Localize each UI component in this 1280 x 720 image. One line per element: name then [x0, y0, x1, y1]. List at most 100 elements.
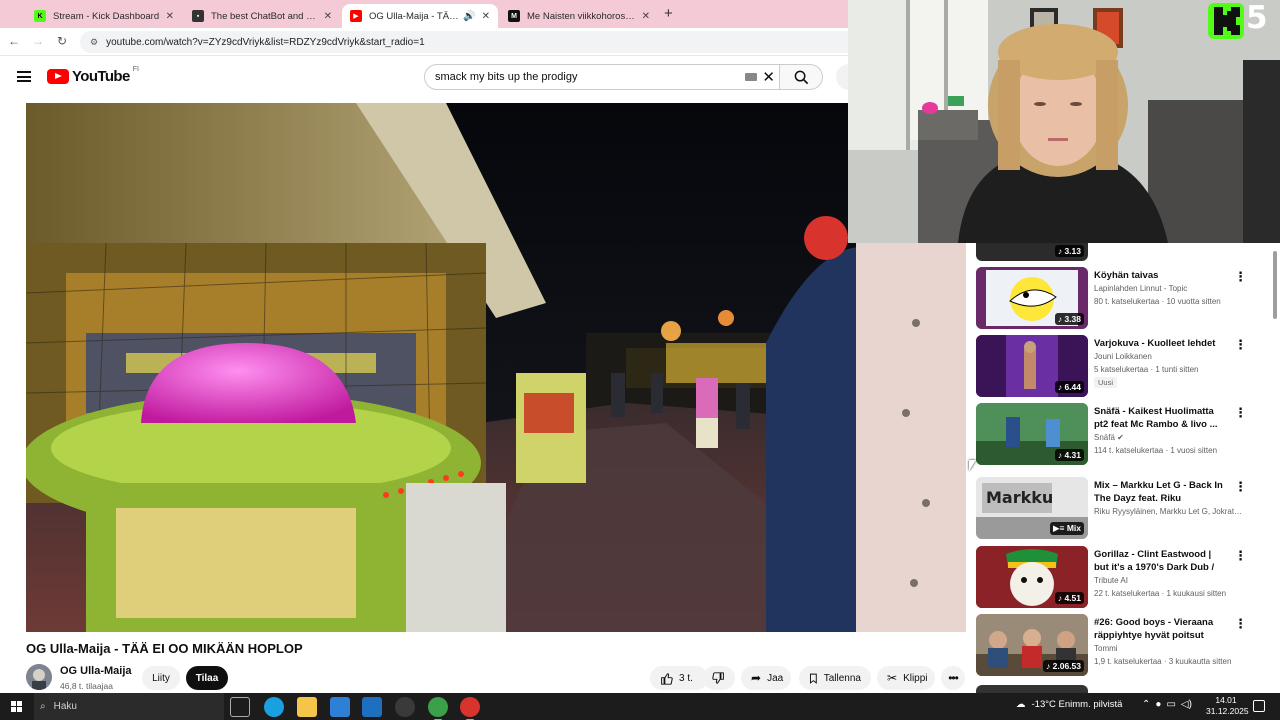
- kick-k-icon: [1214, 7, 1240, 35]
- save-button[interactable]: Tallenna: [799, 666, 871, 690]
- video-player[interactable]: [26, 103, 966, 632]
- list-item[interactable]: ♪ 4.31 Snäfä - Kaikest Huolimatta pt2 fe…: [976, 403, 1256, 467]
- search-button[interactable]: [780, 64, 823, 90]
- share-button[interactable]: ➦ Jaa: [741, 666, 791, 690]
- time: 14.01: [1215, 695, 1237, 705]
- list-item[interactable]: ♪ 3.38 Köyhän taivas Lapinlahden Linnut …: [976, 267, 1256, 331]
- more-vert-icon[interactable]: ⋮: [1234, 479, 1247, 495]
- new-tab-button[interactable]: +: [664, 5, 673, 22]
- list-item[interactable]: ♪ 4.51 Gorillaz - Clint Eastwood | but i…: [976, 546, 1256, 610]
- obs-icon[interactable]: [395, 697, 415, 717]
- back-arrow-icon[interactable]: ←: [6, 34, 22, 48]
- video-thumbnail[interactable]: [976, 685, 1088, 693]
- video-thumbnail[interactable]: ♪ 4.31: [976, 403, 1088, 465]
- tab-youtube-active[interactable]: ▶ OG Ulla-Maija - TÄÄ EI OO 🔊 ✕: [342, 4, 498, 28]
- close-icon[interactable]: ✕: [642, 11, 650, 22]
- speaker-icon[interactable]: 🔊: [463, 11, 475, 22]
- youtube-logo[interactable]: YouTube FI: [47, 66, 139, 85]
- like-button[interactable]: 3 t.: [650, 666, 708, 690]
- notification-icon[interactable]: [1253, 700, 1265, 712]
- edge-icon[interactable]: [264, 697, 284, 717]
- search-input[interactable]: smack my bits up the prodigy ✕: [424, 64, 780, 90]
- channel-name[interactable]: Riku Ryysyläinen, Markku Let G, Jokrates…: [1094, 507, 1244, 516]
- chevron-up-icon[interactable]: ⌃: [1142, 699, 1150, 710]
- youtube-icon: ▶: [350, 10, 362, 22]
- bookmark-icon: [809, 673, 817, 684]
- site-info-icon[interactable]: ⚙: [90, 37, 98, 48]
- video-thumbnail[interactable]: ♪ 4.51: [976, 546, 1088, 608]
- more-vert-icon[interactable]: ⋮: [1234, 337, 1247, 353]
- list-item[interactable]: ♪ 6.44 Varjokuva - Kuolleet lehdet Jouni…: [976, 335, 1256, 399]
- menu-icon[interactable]: [17, 71, 31, 82]
- channel-name[interactable]: Jouni Loikkanen: [1094, 352, 1244, 361]
- video-thumbnail[interactable]: ♪ 2.06.53: [976, 614, 1088, 676]
- outlook-icon[interactable]: [362, 697, 382, 717]
- store-icon[interactable]: [330, 697, 350, 717]
- tab-title: Me Naisten viikkohoroskooppi: [527, 10, 636, 22]
- scrollbar[interactable]: [1272, 243, 1278, 693]
- video-title[interactable]: Varjokuva - Kuolleet lehdet: [1094, 337, 1226, 350]
- keyboard-icon[interactable]: [745, 73, 757, 81]
- taskbar-search[interactable]: ⌕ Haku: [34, 693, 224, 720]
- close-icon[interactable]: ✕: [482, 11, 490, 22]
- more-vert-icon[interactable]: ⋮: [1234, 269, 1247, 285]
- volume-icon[interactable]: ◁): [1181, 699, 1192, 710]
- task-view-icon[interactable]: [230, 697, 250, 717]
- join-button[interactable]: Liity: [142, 666, 180, 690]
- video-title: OG Ulla-Maija - TÄÄ EI OO MIKÄÄN HOPLOP: [26, 641, 303, 656]
- file-explorer-icon[interactable]: [297, 697, 317, 717]
- video-thumbnail[interactable]: ♪ 3.13: [976, 243, 1088, 261]
- address-bar[interactable]: ⚙ youtube.com/watch?v=ZYz9cdVriyk&list=R…: [80, 31, 860, 53]
- more-vert-icon[interactable]: ⋮: [1234, 548, 1247, 564]
- duration-badge: ▶≡ Mix: [1049, 522, 1084, 535]
- tab-botrix[interactable]: ▪ The best ChatBot and Widgets ✕: [184, 4, 340, 28]
- windows-start-icon[interactable]: [11, 701, 22, 712]
- microphone-icon[interactable]: ●: [1155, 699, 1161, 710]
- video-title[interactable]: Köyhän taivas: [1094, 269, 1226, 282]
- more-vert-icon[interactable]: ⋮: [1234, 616, 1247, 632]
- video-thumbnail[interactable]: ♪ 3.38: [976, 267, 1088, 329]
- close-icon[interactable]: ✕: [324, 11, 332, 22]
- subscribe-button[interactable]: Tilaa: [186, 666, 228, 690]
- new-badge: Uusi: [1094, 377, 1118, 388]
- clip-button[interactable]: ✂ Klippi: [877, 666, 935, 690]
- scrollbar-thumb[interactable]: [1273, 251, 1277, 319]
- verified-icon: ✔: [1117, 433, 1124, 442]
- video-title[interactable]: Snäfä - Kaikest Huolimatta pt2 feat Mc R…: [1094, 405, 1226, 431]
- list-item[interactable]: ♪ 3.13: [976, 243, 1256, 261]
- scissors-icon: ✂: [887, 671, 898, 685]
- more-vert-icon[interactable]: ⋮: [1234, 405, 1247, 421]
- share-label: Jaa: [767, 672, 784, 684]
- reload-icon[interactable]: ↻: [54, 34, 70, 48]
- close-icon[interactable]: ✕: [166, 11, 174, 22]
- channel-name[interactable]: Tommi: [1094, 644, 1244, 653]
- channel-avatar[interactable]: [26, 664, 52, 690]
- list-item[interactable]: [976, 685, 1256, 693]
- video-title[interactable]: Mix – Markku Let G - Back In The Dayz fe…: [1094, 479, 1226, 505]
- system-tray[interactable]: ⌃ ● ▭ ◁): [1142, 699, 1192, 710]
- weather-widget[interactable]: ☁ -13°C Enimm. pilvistä: [1016, 699, 1122, 710]
- tab-me-naiset[interactable]: M Me Naisten viikkohoroskooppi ✕: [500, 4, 658, 28]
- clear-search-icon[interactable]: ✕: [762, 68, 775, 86]
- list-item[interactable]: ♪ 2.06.53 #26: Good boys - Vieraana räpp…: [976, 614, 1256, 678]
- app-red-icon[interactable]: [460, 697, 480, 720]
- list-item[interactable]: Markku ▶≡ Mix Mix – Markku Let G - Back …: [976, 477, 1256, 541]
- dislike-button[interactable]: [703, 666, 735, 690]
- clock[interactable]: 14.01 31.12.2025: [1206, 695, 1249, 717]
- video-thumbnail[interactable]: ♪ 6.44: [976, 335, 1088, 397]
- channel-name[interactable]: Snäfä ✔: [1094, 433, 1244, 442]
- chrome-icon[interactable]: [428, 697, 448, 720]
- share-icon: ➦: [751, 671, 762, 685]
- video-thumbnail[interactable]: Markku ▶≡ Mix: [976, 477, 1088, 539]
- video-title[interactable]: Gorillaz - Clint Eastwood | but it's a 1…: [1094, 548, 1226, 574]
- channel-name[interactable]: Tribute AI: [1094, 576, 1244, 585]
- more-actions-icon[interactable]: •••: [941, 666, 965, 690]
- video-title[interactable]: #26: Good boys - Vieraana räppiyhtye hyv…: [1094, 616, 1226, 642]
- channel-name[interactable]: Lapinlahden Linnut - Topic: [1094, 284, 1244, 293]
- tab-kick-dashboard[interactable]: K Stream - Kick Dashboard ✕: [26, 4, 182, 28]
- date: 31.12.2025: [1206, 706, 1249, 716]
- forward-arrow-icon[interactable]: →: [30, 34, 46, 48]
- channel-name[interactable]: OG Ulla-Maija: [60, 665, 132, 677]
- network-icon[interactable]: ▭: [1166, 699, 1175, 710]
- subscriber-count: 46,8 t. tilaajaa: [60, 681, 113, 691]
